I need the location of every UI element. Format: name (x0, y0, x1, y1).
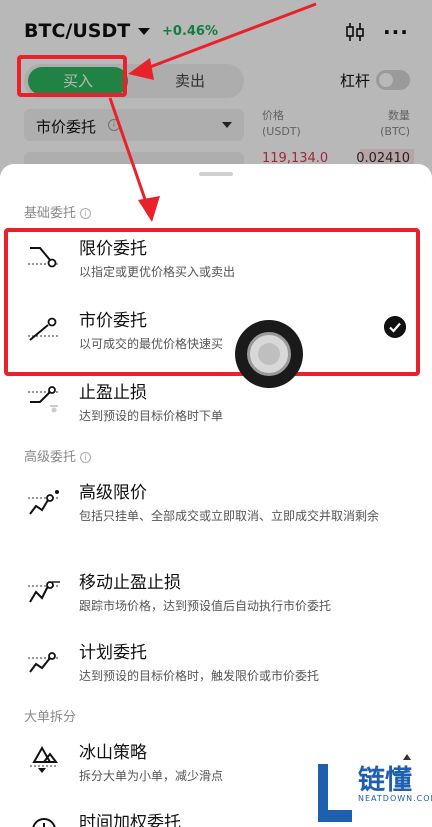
info-icon: i (80, 208, 92, 219)
touch-indicator (235, 320, 303, 388)
advanced-limit-icon (28, 490, 60, 515)
section-advanced: 高级委托 i (24, 446, 92, 465)
watermark-sub: NEATDOWN.COM (358, 794, 432, 803)
option-desc: 跟踪市场价格，达到预设值后自动执行市价委托 (79, 599, 332, 613)
section-split-label: 大单拆分 (24, 710, 77, 725)
twap-icon (32, 818, 56, 827)
tp-sl-icon (28, 386, 60, 413)
option-title: 高级限价 (79, 483, 147, 503)
watermark-text: 链懂 (358, 765, 412, 796)
touch-ring (247, 332, 291, 376)
option-title: 时间加权委托 (79, 813, 181, 827)
sheet-handle[interactable] (199, 172, 233, 176)
option-trailing-stop[interactable]: 移动止盈止损 跟踪市场价格，达到预设值后自动执行市价委托 (0, 568, 432, 620)
option-title: 冰山策略 (79, 743, 147, 763)
iceberg-icon (30, 745, 58, 773)
option-trigger-order[interactable]: 计划委托 达到预设的目标价格时，触发限价或市价委托 (0, 638, 432, 690)
watermark-logo-icon (318, 764, 352, 822)
section-split: 大单拆分 (24, 706, 76, 725)
option-title: 止盈止损 (79, 383, 147, 403)
option-title: 移动止盈止损 (79, 573, 181, 593)
option-desc: 达到预设的目标价格时下单 (79, 409, 224, 423)
section-basic-label: 基础委托 (24, 206, 77, 221)
option-desc: 达到预设的目标价格时，触发限价或市价委托 (79, 669, 320, 683)
watermark: 链懂 NEATDOWN.COM (314, 758, 432, 826)
info-icon: i (80, 452, 92, 463)
option-desc: 包括只挂单、全部成交或立即取消、立即成交并取消剩余 (79, 509, 380, 523)
option-advanced-limit[interactable]: 高级限价 包括只挂单、全部成交或立即取消、立即成交并取消剩余 (0, 478, 432, 550)
annotation-box-buy (17, 55, 127, 97)
trailing-stop-icon (28, 581, 60, 603)
touch-core (258, 343, 280, 365)
option-title: 计划委托 (79, 643, 147, 663)
annotation-box-order-types (4, 228, 420, 376)
section-basic: 基础委托 i (24, 202, 92, 221)
section-advanced-label: 高级委托 (24, 450, 77, 465)
trigger-order-icon (28, 652, 60, 673)
option-tp-sl[interactable]: 止盈止损 达到预设的目标价格时下单 (0, 378, 432, 430)
